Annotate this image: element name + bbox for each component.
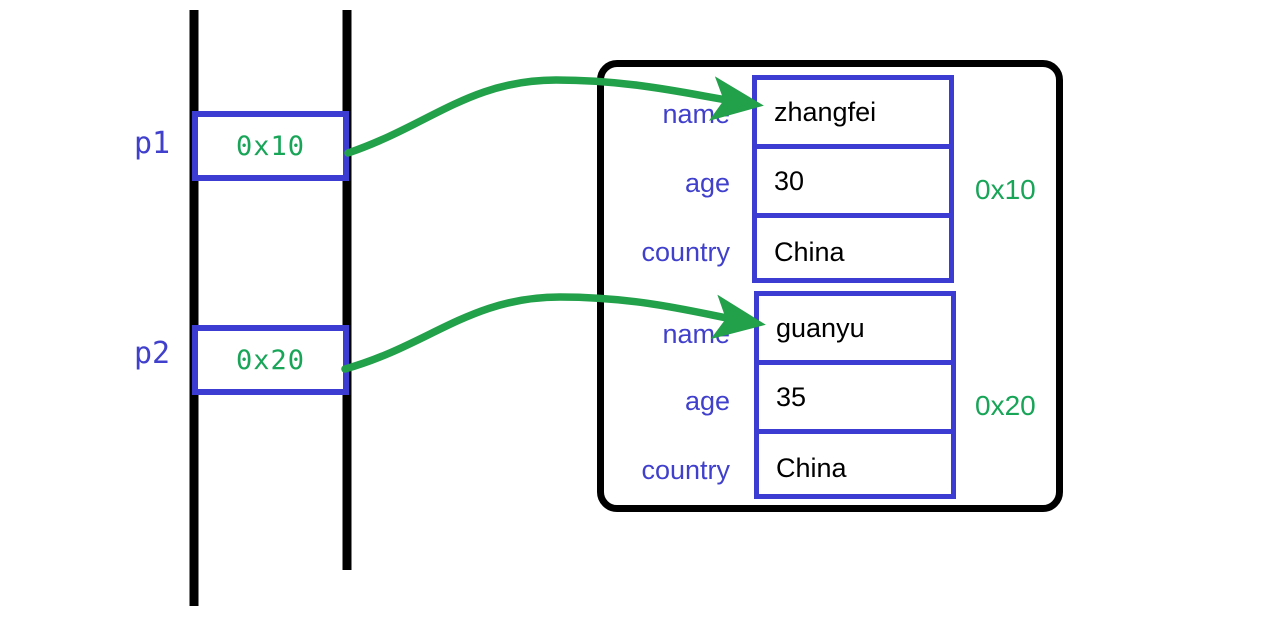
diagram-canvas: p1 0x10 p2 0x20 name age country zhangfe… [0, 0, 1261, 639]
pointer-arrows [341, 76, 766, 373]
pointer-arrow-p2 [341, 293, 766, 373]
pointer-arrow-p1 [344, 76, 764, 157]
